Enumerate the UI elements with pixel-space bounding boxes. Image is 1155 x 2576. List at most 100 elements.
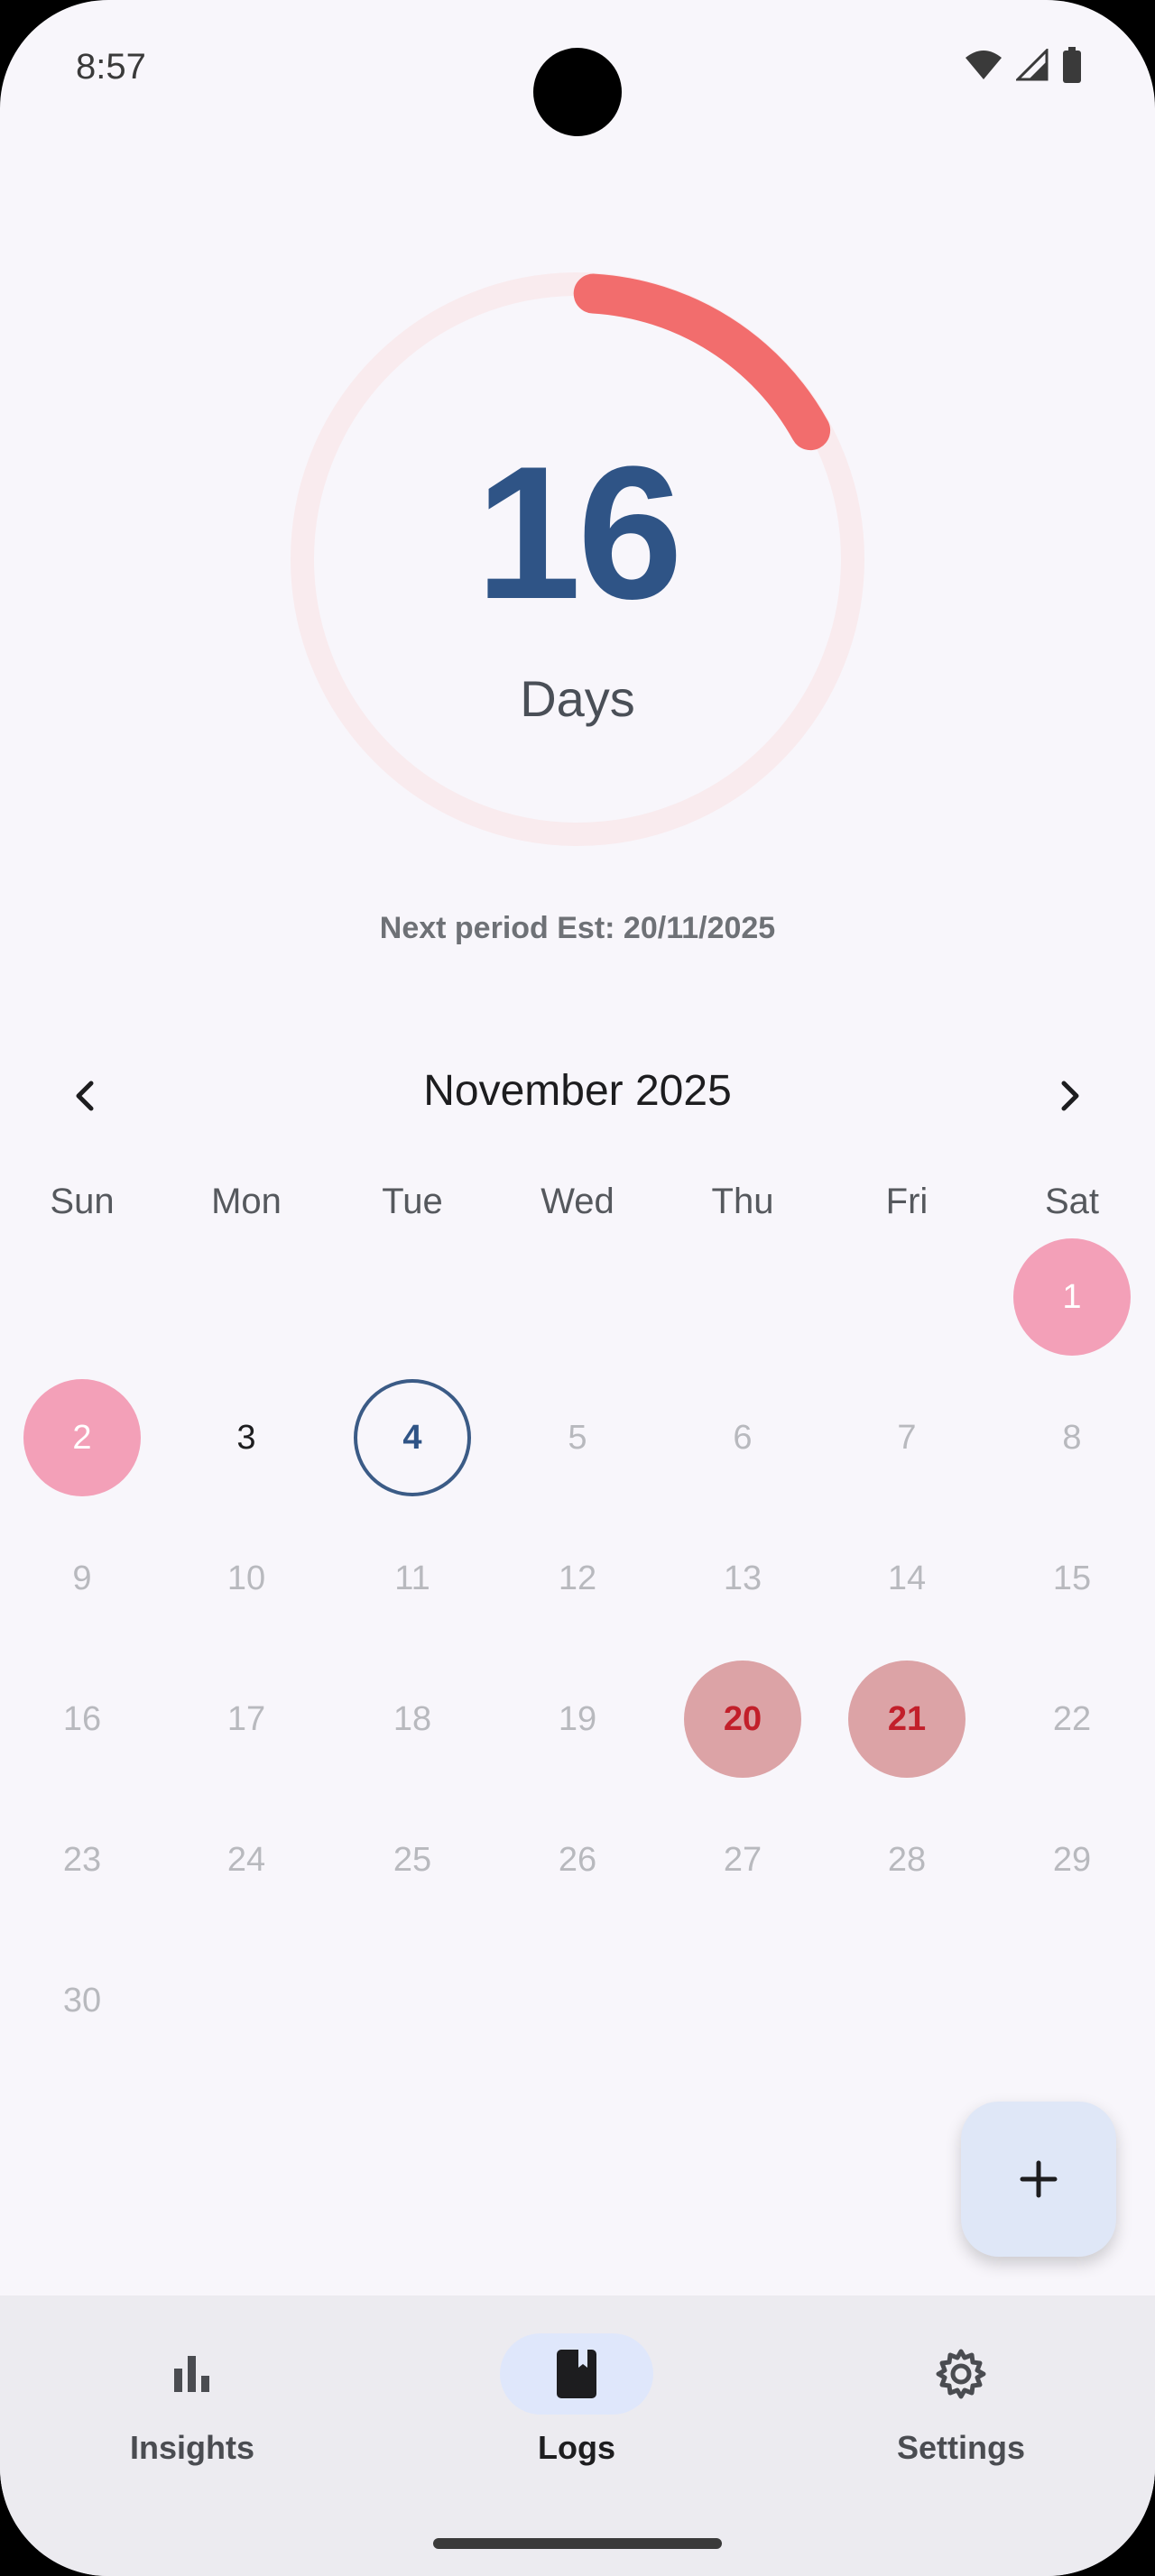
bottom-navigation: Insights Logs Settings <box>0 2295 1155 2576</box>
calendar-day-cell[interactable]: 11 <box>330 1508 494 1649</box>
calendar-day-cell[interactable]: 30 <box>0 1930 164 2071</box>
wifi-icon <box>966 51 1002 79</box>
calendar-day-cell[interactable]: 13 <box>661 1508 825 1649</box>
weekday-fri: Fri <box>885 1182 929 1221</box>
calendar-day-cell[interactable]: 14 <box>825 1508 989 1649</box>
predicted-period-day: 20 <box>684 1661 801 1778</box>
calendar-day-cell[interactable]: 5 <box>495 1367 660 1508</box>
calendar-day-cell[interactable]: 3 <box>164 1367 328 1508</box>
app-screen: 8:57 16 Days Next period Est: 20/11/2025… <box>0 0 1155 2576</box>
calendar-day: 23 <box>62 1840 102 1879</box>
weekday-wed: Wed <box>541 1182 614 1221</box>
nav-logs-label: Logs <box>538 2429 615 2466</box>
calendar-day: 19 <box>558 1699 597 1738</box>
days-label: Days <box>520 670 635 727</box>
calendar-day-cell[interactable]: 20 <box>661 1649 825 1789</box>
calendar-day-cell[interactable]: 6 <box>661 1367 825 1508</box>
calendar-day-cell[interactable]: 1 <box>990 1227 1154 1367</box>
calendar-day-cell[interactable]: 16 <box>0 1649 164 1789</box>
bar-chart-icon <box>174 2356 209 2392</box>
calendar-day-cell[interactable]: 28 <box>825 1789 989 1930</box>
home-indicator[interactable] <box>433 2538 722 2549</box>
weekday-sun: Sun <box>50 1182 115 1221</box>
calendar-grid: 1 2 3 4 5 6 7 8 9 10 11 12 13 14 15 16 1… <box>0 1227 1155 2038</box>
signal-icon <box>1016 49 1049 81</box>
calendar-day-cell[interactable]: 27 <box>661 1789 825 1930</box>
chevron-right-icon <box>1061 1081 1079 1111</box>
calendar-day-cell[interactable]: 22 <box>990 1649 1154 1789</box>
nav-settings-label: Settings <box>896 2429 1025 2466</box>
calendar-day: 8 <box>1062 1418 1082 1457</box>
calendar-day: 12 <box>558 1559 597 1597</box>
calendar-day: 22 <box>1052 1699 1092 1738</box>
nav-logs[interactable]: Logs <box>384 2295 769 2503</box>
calendar-day: 17 <box>226 1699 266 1738</box>
calendar-day: 14 <box>887 1559 927 1597</box>
battery-icon <box>1063 47 1081 83</box>
calendar-day: 6 <box>733 1418 753 1457</box>
predicted-period-day: 21 <box>848 1661 966 1778</box>
nav-settings-indicator <box>884 2333 1038 2415</box>
nav-settings[interactable]: Settings <box>769 2295 1153 2503</box>
calendar-day: 24 <box>226 1840 266 1879</box>
calendar-day-cell[interactable]: 10 <box>164 1508 328 1649</box>
status-icons <box>964 47 1083 83</box>
calendar-header: November 2025 <box>0 1055 1155 1127</box>
calendar-day: 29 <box>1052 1840 1092 1879</box>
calendar-day-cell[interactable]: 23 <box>0 1789 164 1930</box>
status-bar: 8:57 <box>0 0 1155 136</box>
add-log-button[interactable] <box>961 2102 1116 2257</box>
calendar-day: 10 <box>226 1559 266 1597</box>
nav-insights-label: Insights <box>129 2429 254 2466</box>
status-time: 8:57 <box>76 47 146 87</box>
today-day: 4 <box>354 1379 471 1496</box>
calendar-day: 18 <box>393 1699 432 1738</box>
calendar-day: 9 <box>72 1559 92 1597</box>
weekday-tue: Tue <box>382 1182 443 1221</box>
calendar-day-cell[interactable]: 9 <box>0 1508 164 1649</box>
calendar-day-cell[interactable]: 26 <box>495 1789 660 1930</box>
next-month-button[interactable] <box>1038 1064 1101 1127</box>
calendar-day-cell[interactable]: 19 <box>495 1649 660 1789</box>
calendar-day-cell[interactable]: 8 <box>990 1367 1154 1508</box>
nav-insights-indicator <box>116 2333 269 2415</box>
calendar-day: 7 <box>897 1418 917 1457</box>
weekday-mon: Mon <box>211 1182 282 1221</box>
calendar-day-cell[interactable]: 4 <box>330 1367 494 1508</box>
nav-insights[interactable]: Insights <box>0 2295 384 2503</box>
camera-cutout <box>533 48 622 136</box>
next-period-estimate: Next period Est: 20/11/2025 <box>379 911 776 945</box>
calendar-day: 15 <box>1052 1559 1092 1597</box>
calendar-day-cell[interactable]: 29 <box>990 1789 1154 1930</box>
calendar-day-cell[interactable]: 12 <box>495 1508 660 1649</box>
calendar-day: 5 <box>568 1418 587 1457</box>
calendar-day-cell[interactable]: 17 <box>164 1649 328 1789</box>
days-count: 16 <box>476 427 683 639</box>
calendar-day-cell[interactable]: 25 <box>330 1789 494 1930</box>
calendar-day: 26 <box>558 1840 597 1879</box>
calendar-day-cell[interactable]: 7 <box>825 1367 989 1508</box>
plus-icon <box>1020 2160 1058 2198</box>
calendar-day-cell[interactable]: 2 <box>0 1367 164 1508</box>
calendar-day: 27 <box>723 1840 762 1879</box>
weekday-thu: Thu <box>711 1182 774 1221</box>
calendar-day-cell[interactable]: 21 <box>825 1649 989 1789</box>
gear-icon <box>936 2349 986 2399</box>
calendar-day: 28 <box>887 1840 927 1879</box>
period-day: 1 <box>1013 1238 1131 1356</box>
calendar-day: 25 <box>393 1840 432 1879</box>
nav-logs-indicator <box>500 2333 653 2415</box>
calendar-day: 30 <box>62 1981 102 2019</box>
calendar-day: 13 <box>723 1559 762 1597</box>
calendar-day-cell[interactable]: 24 <box>164 1789 328 1930</box>
book-icon <box>557 2350 596 2398</box>
cycle-progress-ring: 16 Days <box>289 271 866 848</box>
calendar-day: 16 <box>62 1699 102 1738</box>
calendar-day: 3 <box>236 1418 256 1457</box>
calendar-day-cell[interactable]: 18 <box>330 1649 494 1789</box>
calendar-day-cell[interactable]: 15 <box>990 1508 1154 1649</box>
calendar-day: 11 <box>394 1559 430 1597</box>
month-title: November 2025 <box>423 1067 732 1115</box>
weekday-sat: Sat <box>1044 1182 1100 1221</box>
ring-progress-arc <box>573 273 831 451</box>
